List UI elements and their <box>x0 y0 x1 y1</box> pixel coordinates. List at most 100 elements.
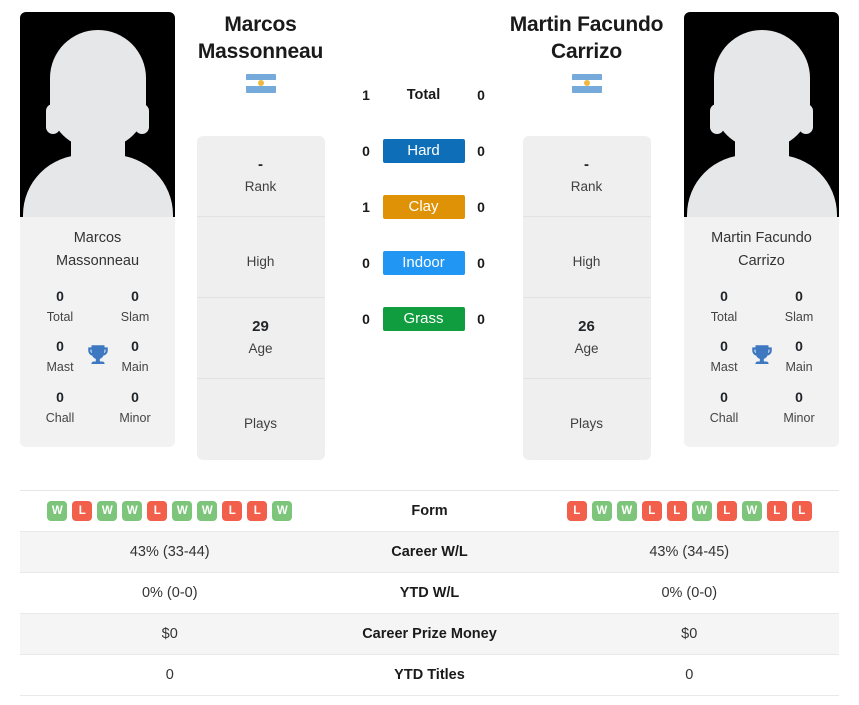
right-player-name-column: Martin Facundo Carrizo - Rank High 26 Ag… <box>509 12 664 460</box>
form-result-badge: W <box>591 501 612 521</box>
form-result-badge: L <box>566 501 587 521</box>
right-titles-slam: 0 Slam <box>769 286 829 326</box>
left-surface-clay-count: 1 <box>362 199 370 215</box>
right-info-age: 26 Age <box>522 298 651 379</box>
left-player-titles-grid: 0 Total 0 Slam 0 Mast 0 Main 0 Chall 0 M… <box>20 280 175 433</box>
left-info-age: 29 Age <box>196 298 325 379</box>
form-result-badge: W <box>172 501 193 521</box>
right-player-card[interactable]: Martin Facundo Carrizo 0 Total 0 Slam 0 … <box>684 12 839 448</box>
form-result-badge: W <box>47 501 68 521</box>
right-player-argentina-flag-icon <box>571 73 602 93</box>
right-career-wl-value: 43% (34-45) <box>649 544 730 560</box>
form-result-badge: W <box>122 501 143 521</box>
right-player-name-line2: Carrizo <box>551 39 622 63</box>
right-titles-total-value: 0 <box>720 287 728 304</box>
left-titles-slam-label: Slam <box>120 309 150 324</box>
form-result-badge: W <box>197 501 218 521</box>
form-result-badge: L <box>72 501 93 521</box>
left-player-card[interactable]: Marcos Massonneau 0 Total 0 Slam 0 Mast … <box>20 12 175 448</box>
right-form-strip: LWWLLWLWLL <box>540 501 840 521</box>
left-titles-chall-label: Chall <box>45 410 75 425</box>
surface-indoor-badge-wrap: Indoor <box>381 251 466 275</box>
surface-grass-badge[interactable]: Grass <box>382 307 465 331</box>
left-info-age-value: 29 <box>252 317 269 335</box>
avatar-shoulders <box>22 155 173 217</box>
right-player-titles-grid: 0 Total 0 Slam 0 Mast 0 Main 0 Chall 0 M… <box>684 280 839 433</box>
left-info-plays: Plays <box>197 379 325 460</box>
right-prize-money-value: $0 <box>681 626 698 642</box>
right-titles-main-label: Main <box>785 360 813 375</box>
right-titles-total-label: Total <box>710 309 738 324</box>
left-surface-indoor-count: 0 <box>362 255 370 271</box>
surface-indoor-badge[interactable]: Indoor <box>382 251 465 275</box>
left-titles-total-value: 0 <box>56 287 64 304</box>
right-player-name: Martin Facundo Carrizo <box>510 12 664 66</box>
form-result-badge: L <box>716 501 737 521</box>
left-titles-chall-value: 0 <box>56 388 64 405</box>
table-row-career-prize-money: $0 Career Prize Money $0 <box>20 614 839 655</box>
left-titles-mast-label: Mast <box>46 360 74 375</box>
left-titles-slam: 0 Slam <box>105 286 165 326</box>
right-info-rank: - Rank <box>522 136 651 217</box>
flag-sun-icon <box>257 80 264 87</box>
left-titles-mast: 0 Mast <box>30 336 90 376</box>
right-info-rank-value: - <box>584 155 589 173</box>
surface-titles-column: 1 Total 0 0 Hard 0 1 Clay 0 0 Indoor 0 0… <box>338 12 509 347</box>
avatar-placeholder-icon <box>49 30 146 148</box>
form-result-badge: L <box>147 501 168 521</box>
left-ytd-titles-value: 0 <box>165 667 174 683</box>
right-info-high-label: High <box>572 253 601 269</box>
left-surface-hard-count: 0 <box>362 143 370 159</box>
right-titles-main-value: 0 <box>795 338 803 355</box>
right-info-age-label: Age <box>574 341 599 357</box>
surface-hard-badge-wrap: Hard <box>381 139 466 163</box>
table-label-career-prize-money: Career Prize Money <box>362 626 497 642</box>
form-result-badge: L <box>791 501 812 521</box>
left-titles-row-1: 0 Total 0 Slam <box>20 282 175 332</box>
left-titles-total-label: Total <box>46 309 74 324</box>
trophy-icon <box>87 345 108 364</box>
surface-hard-badge[interactable]: Hard <box>382 139 465 163</box>
flag-stripe-top <box>245 73 276 81</box>
left-titles-main-value: 0 <box>131 338 139 355</box>
right-titles-row-1: 0 Total 0 Slam <box>684 282 839 332</box>
surface-clay-badge-wrap: Clay <box>381 195 466 219</box>
trophy-icon <box>751 345 772 364</box>
left-titles-minor-label: Minor <box>119 410 151 425</box>
form-result-badge: L <box>222 501 243 521</box>
surface-total-badge-wrap: Total <box>381 84 466 107</box>
right-surface-grass-count: 0 <box>477 311 485 327</box>
avatar-ear-right <box>799 104 813 134</box>
surface-row-grass: 0 Grass 0 <box>351 291 496 347</box>
left-info-age-label: Age <box>248 341 273 357</box>
right-ytd-wl-value: 0% (0-0) <box>661 585 718 601</box>
left-info-plays-label: Plays <box>243 416 277 432</box>
left-info-rank-value: - <box>258 155 263 173</box>
form-result-badge: L <box>766 501 787 521</box>
surface-row-clay: 1 Clay 0 <box>351 179 496 235</box>
left-titles-minor: 0 Minor <box>105 387 165 427</box>
right-card-name-line1: Martin Facundo <box>711 230 812 246</box>
form-result-badge: W <box>741 501 762 521</box>
left-info-high: High <box>196 217 325 298</box>
right-surface-total-count: 0 <box>477 87 485 103</box>
table-row-form: WLWWLWWLLW Form LWWLLWLWLL <box>20 491 839 532</box>
avatar-ear-left <box>46 104 60 134</box>
form-result-badge: L <box>641 501 662 521</box>
avatar-ear-right <box>135 104 149 134</box>
table-row-ytd-wl: 0% (0-0) YTD W/L 0% (0-0) <box>20 573 839 614</box>
surface-clay-badge[interactable]: Clay <box>382 195 465 219</box>
avatar-ear-left <box>710 104 724 134</box>
right-titles-mast: 0 Mast <box>694 336 754 376</box>
flag-stripe-bottom <box>245 86 276 93</box>
right-surface-indoor-count: 0 <box>477 255 485 271</box>
right-player-photo <box>684 12 839 217</box>
form-result-badge: W <box>691 501 712 521</box>
form-result-badge: L <box>666 501 687 521</box>
table-row-ytd-titles: 0 YTD Titles 0 <box>20 655 839 696</box>
right-titles-chall-label: Chall <box>709 410 739 425</box>
surface-row-hard: 0 Hard 0 <box>351 123 496 179</box>
left-titles-minor-value: 0 <box>131 388 139 405</box>
table-label-ytd-titles: YTD Titles <box>394 667 465 683</box>
right-info-high: High <box>522 217 651 298</box>
